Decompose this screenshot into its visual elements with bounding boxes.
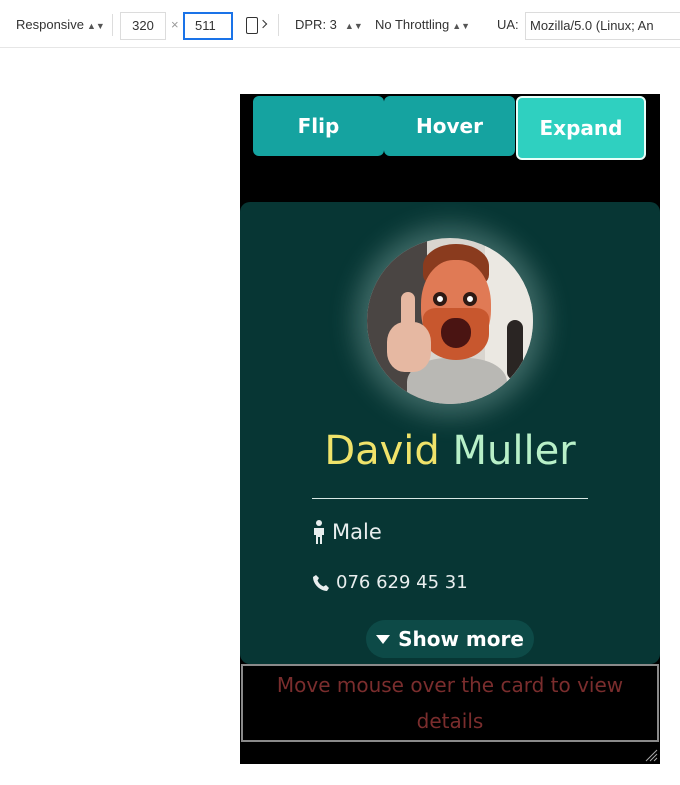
- devtools-toolbar: Responsive ▲▼ 320 × 511 DPR: 3 ▲▼ No Throt…: [0, 0, 680, 48]
- chevron-updown-icon: ▲▼: [86, 21, 105, 31]
- avatar: [367, 238, 533, 404]
- phone-icon: [313, 574, 329, 591]
- male-icon: [314, 520, 324, 544]
- toolbar-divider: [278, 14, 279, 36]
- gender-row: Male: [312, 520, 382, 544]
- throttling-select[interactable]: No Throttling ▲▼: [375, 12, 470, 38]
- dpr-select[interactable]: DPR: 3 ▲▼: [295, 12, 363, 38]
- hint-text: Move mouse over the card to view details: [241, 664, 659, 742]
- device-viewport: Flip Hover Expand David Muller Male 076 …: [240, 94, 660, 764]
- show-more-button[interactable]: Show more: [366, 620, 534, 658]
- user-agent-input[interactable]: Mozilla/5.0 (Linux; An: [525, 12, 680, 40]
- gender-text: Male: [332, 520, 382, 544]
- first-name: David: [324, 428, 440, 474]
- dpr-label: DPR: 3: [295, 17, 337, 32]
- hover-button[interactable]: Hover: [384, 96, 515, 156]
- phone-row: 076 629 45 31: [312, 572, 468, 593]
- expand-button[interactable]: Expand: [516, 96, 646, 160]
- caret-down-icon: [376, 634, 391, 644]
- show-more-label: Show more: [398, 627, 524, 651]
- name-divider: [312, 498, 588, 499]
- last-name: Muller: [452, 428, 576, 474]
- resize-grip-icon[interactable]: [644, 748, 658, 762]
- chevron-updown-icon: ▲▼: [344, 21, 363, 31]
- height-input[interactable]: 511: [183, 12, 233, 40]
- device-mode-label: Responsive: [16, 17, 84, 32]
- chevron-updown-icon: ▲▼: [452, 21, 471, 31]
- dimension-separator: ×: [171, 17, 179, 32]
- profile-card[interactable]: David Muller Male 076 629 45 31 Show mor…: [240, 202, 660, 664]
- phone-text: 076 629 45 31: [336, 572, 468, 593]
- width-input[interactable]: 320: [120, 12, 166, 40]
- throttling-label: No Throttling: [375, 17, 450, 32]
- device-mode-select[interactable]: Responsive ▲▼: [16, 12, 105, 38]
- ua-label: UA:: [497, 17, 519, 32]
- toolbar-divider: [112, 14, 113, 36]
- rotate-icon[interactable]: [246, 17, 258, 34]
- flip-button[interactable]: Flip: [253, 96, 384, 156]
- profile-name: David Muller: [240, 428, 660, 474]
